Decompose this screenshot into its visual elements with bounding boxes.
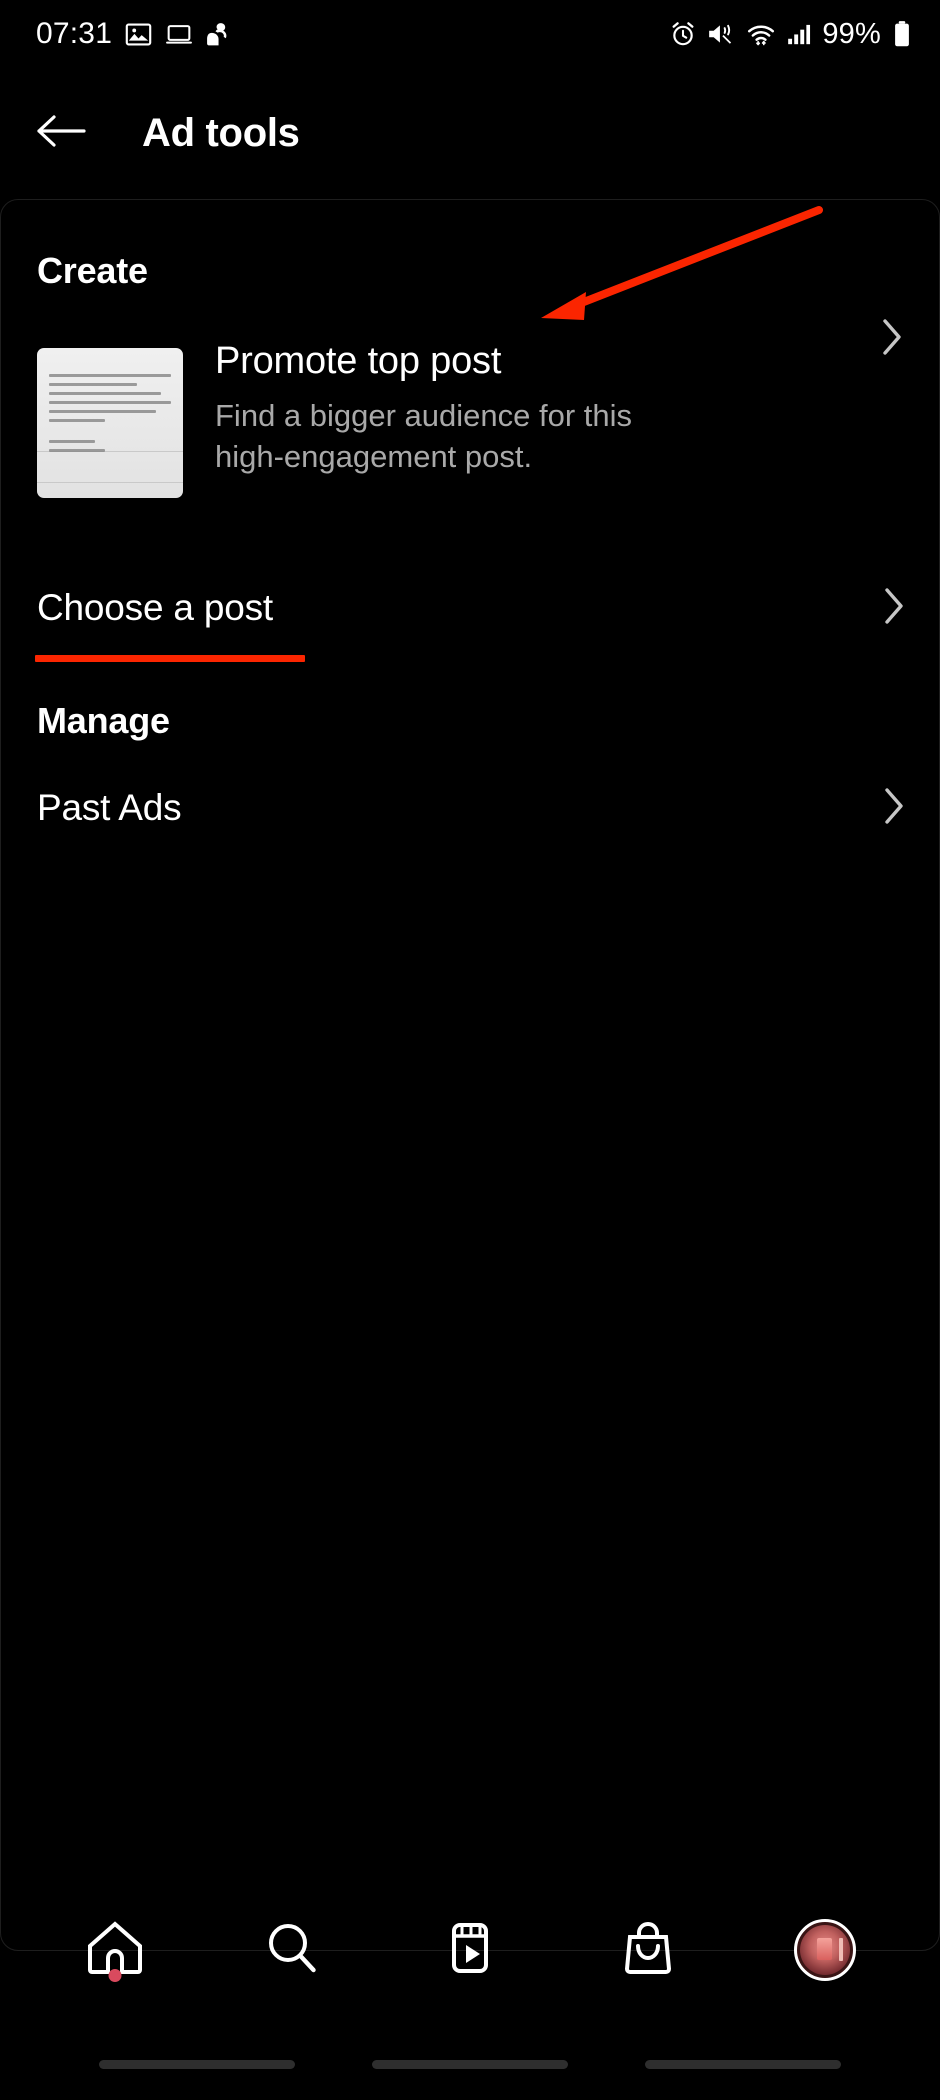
wifi-icon <box>746 21 776 47</box>
section-header-create: Create <box>37 250 148 291</box>
avatar-image-detail-2 <box>839 1938 843 1961</box>
battery-icon <box>892 20 912 48</box>
chevron-right-icon[interactable] <box>881 318 903 361</box>
promote-title: Promote top post <box>215 340 502 382</box>
nav-item-shop[interactable] <box>588 1896 708 2004</box>
battery-percent-label: 99% <box>822 17 881 50</box>
laptop-icon <box>165 21 193 48</box>
profile-avatar <box>794 1919 857 1981</box>
person-icon <box>206 21 230 48</box>
gesture-bar[interactable] <box>371 2059 568 2069</box>
nav-item-profile[interactable] <box>765 1896 885 2004</box>
past-ads-label: Past Ads <box>37 787 182 828</box>
vibrate-icon <box>707 21 735 47</box>
search-icon <box>263 1919 321 1982</box>
reels-icon <box>440 1919 500 1982</box>
gallery-icon <box>125 21 152 48</box>
nav-item-reels[interactable] <box>410 1896 530 2004</box>
back-arrow-icon <box>36 112 88 155</box>
promote-top-post-row[interactable]: Promote top post Find a bigger audience … <box>1 340 939 520</box>
page-title: Ad tools <box>142 110 300 155</box>
nav-item-search[interactable] <box>232 1896 352 2004</box>
content-panel: Create Promote top post Find a bigger au… <box>0 199 940 1951</box>
gesture-bar[interactable] <box>645 2059 842 2069</box>
home-notification-badge <box>108 1969 122 1982</box>
post-thumbnail-content <box>37 348 183 498</box>
choose-a-post-label: Choose a post <box>37 587 274 628</box>
app-header: Ad tools <box>0 68 940 198</box>
chevron-right-icon[interactable] <box>883 787 905 830</box>
shop-bag-icon <box>619 1919 677 1982</box>
gesture-navigation-bars <box>0 2056 940 2072</box>
cellular-signal-icon <box>787 21 811 47</box>
alarm-icon <box>670 21 696 47</box>
annotation-underline-choose-a-post <box>35 655 305 662</box>
phone-screen: 07:31 99% Ad tools Create Promote top po… <box>0 0 940 2100</box>
gesture-bar[interactable] <box>98 2059 295 2069</box>
promote-subtitle: Find a bigger audience for this high-eng… <box>215 397 633 474</box>
nav-item-home[interactable] <box>55 1896 175 2004</box>
avatar-image <box>800 1925 851 1975</box>
promote-text-block: Promote top post Find a bigger audience … <box>183 340 909 478</box>
choose-a-post-row[interactable]: Choose a post <box>1 565 939 651</box>
status-bar-left: 07:31 <box>36 19 230 49</box>
avatar-image-detail <box>817 1938 833 1960</box>
status-bar-clock: 07:31 <box>36 17 113 50</box>
bottom-navigation-bar <box>0 1896 940 2004</box>
status-bar: 07:31 99% <box>0 0 940 68</box>
status-bar-right: 99% <box>670 17 912 50</box>
section-header-manage: Manage <box>37 700 170 741</box>
chevron-right-icon[interactable] <box>883 587 905 630</box>
back-button[interactable] <box>34 105 90 161</box>
past-ads-row[interactable]: Past Ads <box>1 765 939 851</box>
post-thumbnail <box>37 348 183 498</box>
